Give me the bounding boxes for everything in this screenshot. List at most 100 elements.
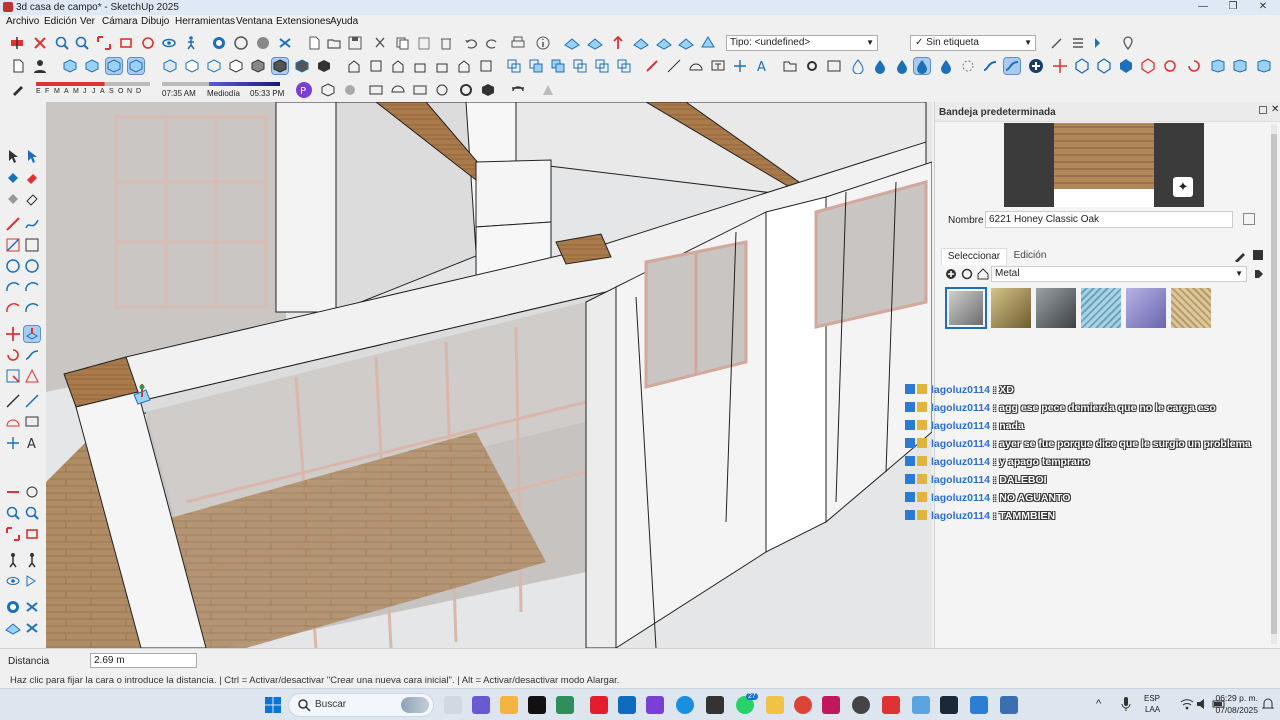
outlook-icon[interactable]: [618, 696, 636, 714]
menu-dibujo[interactable]: Dibujo: [141, 16, 169, 27]
sphere-icon[interactable]: [342, 82, 358, 98]
3d-warehouse-icon[interactable]: [233, 35, 249, 51]
tag-tool-icon[interactable]: [1049, 35, 1065, 51]
settings-icon[interactable]: [804, 58, 820, 74]
pan-left-icon[interactable]: [24, 484, 40, 500]
model-info-icon[interactable]: [535, 35, 551, 51]
rotate-icon[interactable]: [5, 347, 21, 363]
shaded-icon[interactable]: [250, 58, 266, 74]
split-icon[interactable]: [616, 58, 632, 74]
text-icon[interactable]: [710, 58, 726, 74]
rotated-rectangle-icon[interactable]: [24, 237, 40, 253]
house-back-icon[interactable]: [434, 58, 450, 74]
render-tool-1-icon[interactable]: [368, 82, 384, 98]
zoom-left-icon[interactable]: [5, 505, 21, 521]
section-cut-icon[interactable]: [32, 35, 48, 51]
house-bottom-icon[interactable]: [478, 58, 494, 74]
back-icon[interactable]: [945, 268, 957, 280]
save-icon[interactable]: [347, 35, 363, 51]
dotted-tool-icon[interactable]: [960, 58, 976, 74]
print-icon[interactable]: [510, 35, 526, 51]
pie-icon[interactable]: [24, 300, 40, 316]
erase-alt-icon[interactable]: [24, 190, 40, 206]
sandbox-left-1-icon[interactable]: [5, 599, 21, 615]
render-tool-7-icon[interactable]: [510, 82, 526, 98]
store-icon[interactable]: [556, 696, 574, 714]
duplicate-material-icon[interactable]: [1243, 213, 1255, 225]
style-icon[interactable]: [316, 58, 332, 74]
render-tool-4-icon[interactable]: [434, 82, 450, 98]
intersect-icon[interactable]: [528, 58, 544, 74]
move-icon[interactable]: [5, 326, 21, 342]
app-icon-screen[interactable]: [1000, 696, 1018, 714]
user-account-icon[interactable]: [32, 58, 48, 74]
cut-icon[interactable]: [372, 35, 388, 51]
new-icon[interactable]: [10, 58, 26, 74]
shadows-icon[interactable]: [10, 82, 26, 98]
grid-3-icon[interactable]: [1256, 58, 1272, 74]
taskbar-search[interactable]: Buscar: [288, 693, 434, 717]
rectangle-icon[interactable]: [5, 237, 21, 253]
paint-bucket-icon[interactable]: [5, 169, 21, 185]
windows-start-icon[interactable]: [264, 696, 282, 714]
house-top-icon[interactable]: [368, 58, 384, 74]
wireframe-icon[interactable]: [206, 58, 222, 74]
look-around-left-icon[interactable]: [5, 573, 21, 589]
water-drop-icon[interactable]: [872, 58, 888, 74]
edge-icon[interactable]: [676, 696, 694, 714]
hexagon-1-icon[interactable]: [1074, 58, 1090, 74]
zoom-icon[interactable]: [54, 35, 70, 51]
protractor-left-icon[interactable]: [5, 414, 21, 430]
sandbox-left-2-icon[interactable]: [24, 599, 40, 615]
swatch-4[interactable]: [1126, 288, 1166, 328]
zoom-extents-icon[interactable]: [96, 35, 112, 51]
details-arrow-icon[interactable]: [1253, 268, 1265, 280]
tag-paint-icon[interactable]: [5, 190, 21, 206]
model-viewport[interactable]: [46, 102, 932, 648]
menu-herramientas[interactable]: Herramientas: [175, 16, 235, 27]
measurement-input[interactable]: 2.69 m: [90, 653, 197, 668]
render-tool-8-icon[interactable]: [540, 82, 556, 98]
swatch-3[interactable]: [1081, 288, 1121, 328]
axes-left-icon[interactable]: [5, 435, 21, 451]
scale-icon[interactable]: [5, 368, 21, 384]
select-icon[interactable]: [5, 148, 21, 164]
sandbox-left-3-icon[interactable]: [5, 620, 21, 636]
front-view-icon[interactable]: [105, 57, 123, 75]
add-icon[interactable]: [1028, 58, 1044, 74]
hexagon-2-icon[interactable]: [1096, 58, 1112, 74]
add-detail-icon[interactable]: [678, 35, 694, 51]
time-slider[interactable]: [162, 82, 280, 86]
section-plane-icon[interactable]: [9, 35, 25, 51]
pin-icon[interactable]: [1259, 106, 1267, 114]
sandbox-icon[interactable]: [564, 35, 580, 51]
redo-icon[interactable]: [484, 35, 500, 51]
chrome-icon[interactable]: [794, 696, 812, 714]
walk-left-icon[interactable]: [24, 552, 40, 568]
shaded-textures-icon[interactable]: [271, 57, 289, 75]
library-dropdown[interactable]: Metal ▼: [991, 266, 1247, 282]
menu-extensiones[interactable]: Extensiones: [276, 16, 330, 27]
paste-icon[interactable]: [416, 35, 432, 51]
steam-icon[interactable]: [940, 696, 958, 714]
sandbox-from-scratch-icon[interactable]: [587, 35, 603, 51]
erase-icon[interactable]: [438, 35, 454, 51]
render-tool-5-icon[interactable]: [458, 82, 474, 98]
tape-measure-icon[interactable]: [5, 393, 21, 409]
wifi-icon[interactable]: [1180, 698, 1194, 710]
freehand-icon[interactable]: [24, 216, 40, 232]
menu-ventana[interactable]: Ventana: [236, 16, 273, 27]
3d-text-left-icon[interactable]: A: [24, 435, 40, 451]
sketchup-taskbar-icon[interactable]: [882, 696, 900, 714]
swatch-5[interactable]: [1171, 288, 1211, 328]
swatch-1[interactable]: [991, 288, 1031, 328]
app-icon-blue[interactable]: [912, 696, 930, 714]
2point-arc-icon[interactable]: [24, 279, 40, 295]
water-drop-selected-icon[interactable]: [913, 57, 931, 75]
look-around-icon[interactable]: [161, 35, 177, 51]
undo-icon[interactable]: [463, 35, 479, 51]
dimension-left-icon[interactable]: [24, 393, 40, 409]
orbit-icon[interactable]: [140, 35, 156, 51]
chevron-up-icon[interactable]: ^: [1096, 698, 1101, 710]
axes-icon[interactable]: [732, 58, 748, 74]
